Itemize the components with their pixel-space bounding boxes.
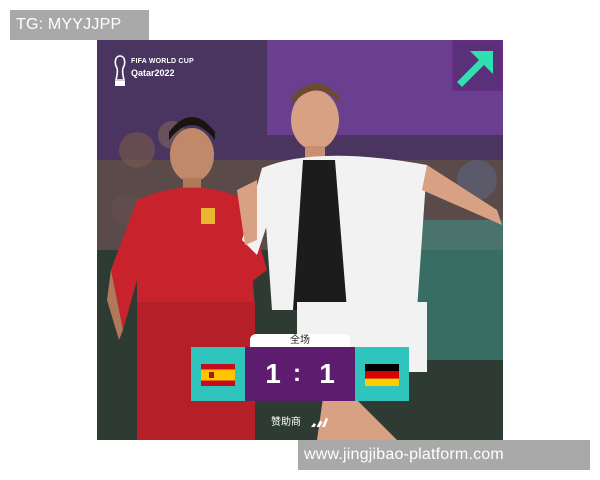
scoreboard: 1 : 1 <box>191 347 409 401</box>
adidas-logo-icon <box>310 417 328 428</box>
tg-watermark: TG: MYYJJPP <box>10 10 149 40</box>
event-logo-title: FIFA WORLD CUP <box>131 58 194 65</box>
world-cup-trophy-icon <box>114 55 126 86</box>
event-logo-subtitle: Qatar2022 <box>131 68 175 78</box>
sponsor-credit: 赞助商 <box>271 415 328 431</box>
home-team-flag <box>191 347 245 401</box>
spain-flag-icon <box>201 364 235 386</box>
match-poster: FIFA WORLD CUP Qatar2022 全场 1 : 1 赞助商 <box>97 40 503 440</box>
trending-up-arrow-icon <box>452 40 503 91</box>
sponsor-label: 赞助商 <box>271 417 301 428</box>
away-score: 1 <box>319 358 335 389</box>
site-watermark: www.jingjibao-platform.com <box>298 440 590 470</box>
fifa-world-cup-logo: FIFA WORLD CUP Qatar2022 <box>113 54 203 90</box>
score-separator: : <box>293 360 301 387</box>
away-team-flag <box>355 347 409 401</box>
match-status-label: 全场 <box>250 334 350 348</box>
germany-flag-icon <box>365 364 399 386</box>
